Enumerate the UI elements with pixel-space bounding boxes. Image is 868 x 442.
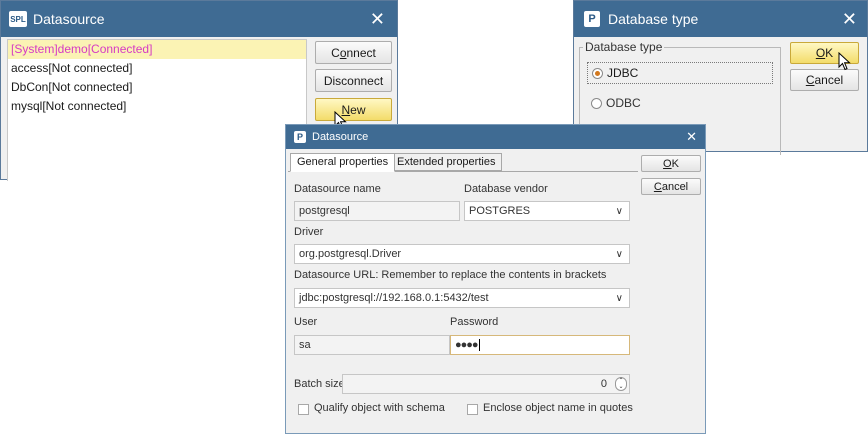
close-icon[interactable]: ✕ [686,125,697,149]
ok-button-label-mnemonic: O [663,157,672,170]
user-value: sa [299,339,311,351]
ok-button-label-post: K [671,157,679,170]
datasource-window-titlebar[interactable]: SPL Datasource ✕ [1,1,397,37]
datasource-list-item[interactable]: [System]demo[Connected] [8,40,306,59]
datasource-url-label: Datasource URL: Remember to replace the … [294,269,607,281]
driver-label: Driver [294,226,324,238]
datasource-properties-titlebar[interactable]: P Datasource ✕ [286,125,705,149]
text-caret [478,339,480,351]
database-vendor-value: POSTGRES [469,205,531,217]
datasource-properties-window: P Datasource ✕ General properties Extend… [285,124,706,434]
cancel-button-label-mnemonic: C [653,180,662,193]
datasource-list[interactable]: [System]demo[Connected] access[Not conne… [7,39,307,181]
jdbc-radio-button[interactable] [592,67,603,79]
qualify-schema-checkbox[interactable] [298,404,309,415]
datasource-name-value: postgresql [299,205,350,217]
cancel-button-label-post: ancel [661,180,689,193]
chevron-down-icon[interactable]: ∨ [616,245,623,263]
password-label: Password [450,316,499,328]
datasource-properties-title: Datasource [312,131,369,143]
user-label: User [294,316,318,328]
ok-button-label-mnemonic: O [815,46,826,60]
connect-button-label-post: nnect [346,45,376,60]
tab-general-properties[interactable]: General properties [290,153,396,172]
password-value: ●●●● [455,339,479,351]
enclose-quotes-checkbox[interactable] [467,404,478,415]
tab-extended-properties[interactable]: Extended properties [390,153,503,171]
jdbc-radio-option[interactable]: JDBC [587,62,773,84]
user-field[interactable]: sa [294,335,450,355]
connect-button-label-pre: C [331,45,340,60]
odbc-radio-label: ODBC [606,96,641,110]
datasource-name-field[interactable]: postgresql [294,201,460,221]
password-field[interactable]: ●●●● [450,335,630,355]
new-button[interactable]: New [315,98,392,121]
datasource-list-item[interactable]: mysql[Not connected] [8,97,306,116]
disconnect-button[interactable]: Disconnect [315,69,392,92]
qualify-schema-label: Qualify object with schema [314,402,445,414]
cancel-button[interactable]: Cancel [641,178,701,195]
database-vendor-label: Database vendor [464,183,548,195]
ok-button-label-post: K [825,46,834,60]
batch-size-label: Batch size [294,378,345,390]
database-vendor-select[interactable]: POSTGRES ∨ [464,201,630,221]
close-icon[interactable]: ✕ [842,1,857,37]
database-type-window-titlebar[interactable]: P Database type ✕ [574,1,867,37]
cancel-button-label-post: ancel [814,73,844,87]
close-icon[interactable]: ✕ [370,1,385,37]
odbc-radio-button[interactable] [591,97,602,109]
datasource-window-title: Datasource [33,11,105,27]
datasource-name-label: Datasource name [294,183,381,195]
driver-value: org.postgresql.Driver [299,248,402,260]
cancel-button-label-mnemonic: C [805,73,815,87]
chevron-down-icon[interactable]: ∨ [616,202,623,220]
app-icon: P [584,11,600,27]
app-icon: P [294,131,306,143]
chevron-down-icon[interactable]: ∨ [616,289,623,307]
datasource-url-select[interactable]: jdbc:postgresql://192.168.0.1:5432/test … [294,288,630,308]
ok-button[interactable]: OK [641,155,701,172]
datasource-url-value: jdbc:postgresql://192.168.0.1:5432/test [299,292,489,304]
jdbc-radio-label: JDBC [607,66,639,80]
mouse-pointer-icon [838,52,851,71]
spinner-arrows-icon[interactable]: ⌃ ⌄ [615,377,627,391]
batch-size-spinner[interactable]: 0 ⌃ ⌄ [342,374,630,394]
new-button-label-post: ew [350,102,366,117]
enclose-quotes-label: Enclose object name in quotes [483,402,633,414]
connect-button[interactable]: Co nnect [315,41,392,64]
disconnect-button-label: Disconnect [323,73,384,88]
datasource-list-item[interactable]: access[Not connected] [8,59,306,78]
database-type-group-label: Database type [583,40,665,54]
odbc-radio-option[interactable]: ODBC [591,96,641,110]
datasource-list-item[interactable]: DbCon[Not connected] [8,78,306,97]
driver-select[interactable]: org.postgresql.Driver ∨ [294,244,630,264]
cancel-button[interactable]: Cancel [790,69,859,91]
database-type-window-title: Database type [608,11,699,27]
batch-size-value: 0 [600,378,607,390]
spl-app-icon: SPL [9,11,27,27]
connect-button-label-mnemonic: o [339,45,347,60]
